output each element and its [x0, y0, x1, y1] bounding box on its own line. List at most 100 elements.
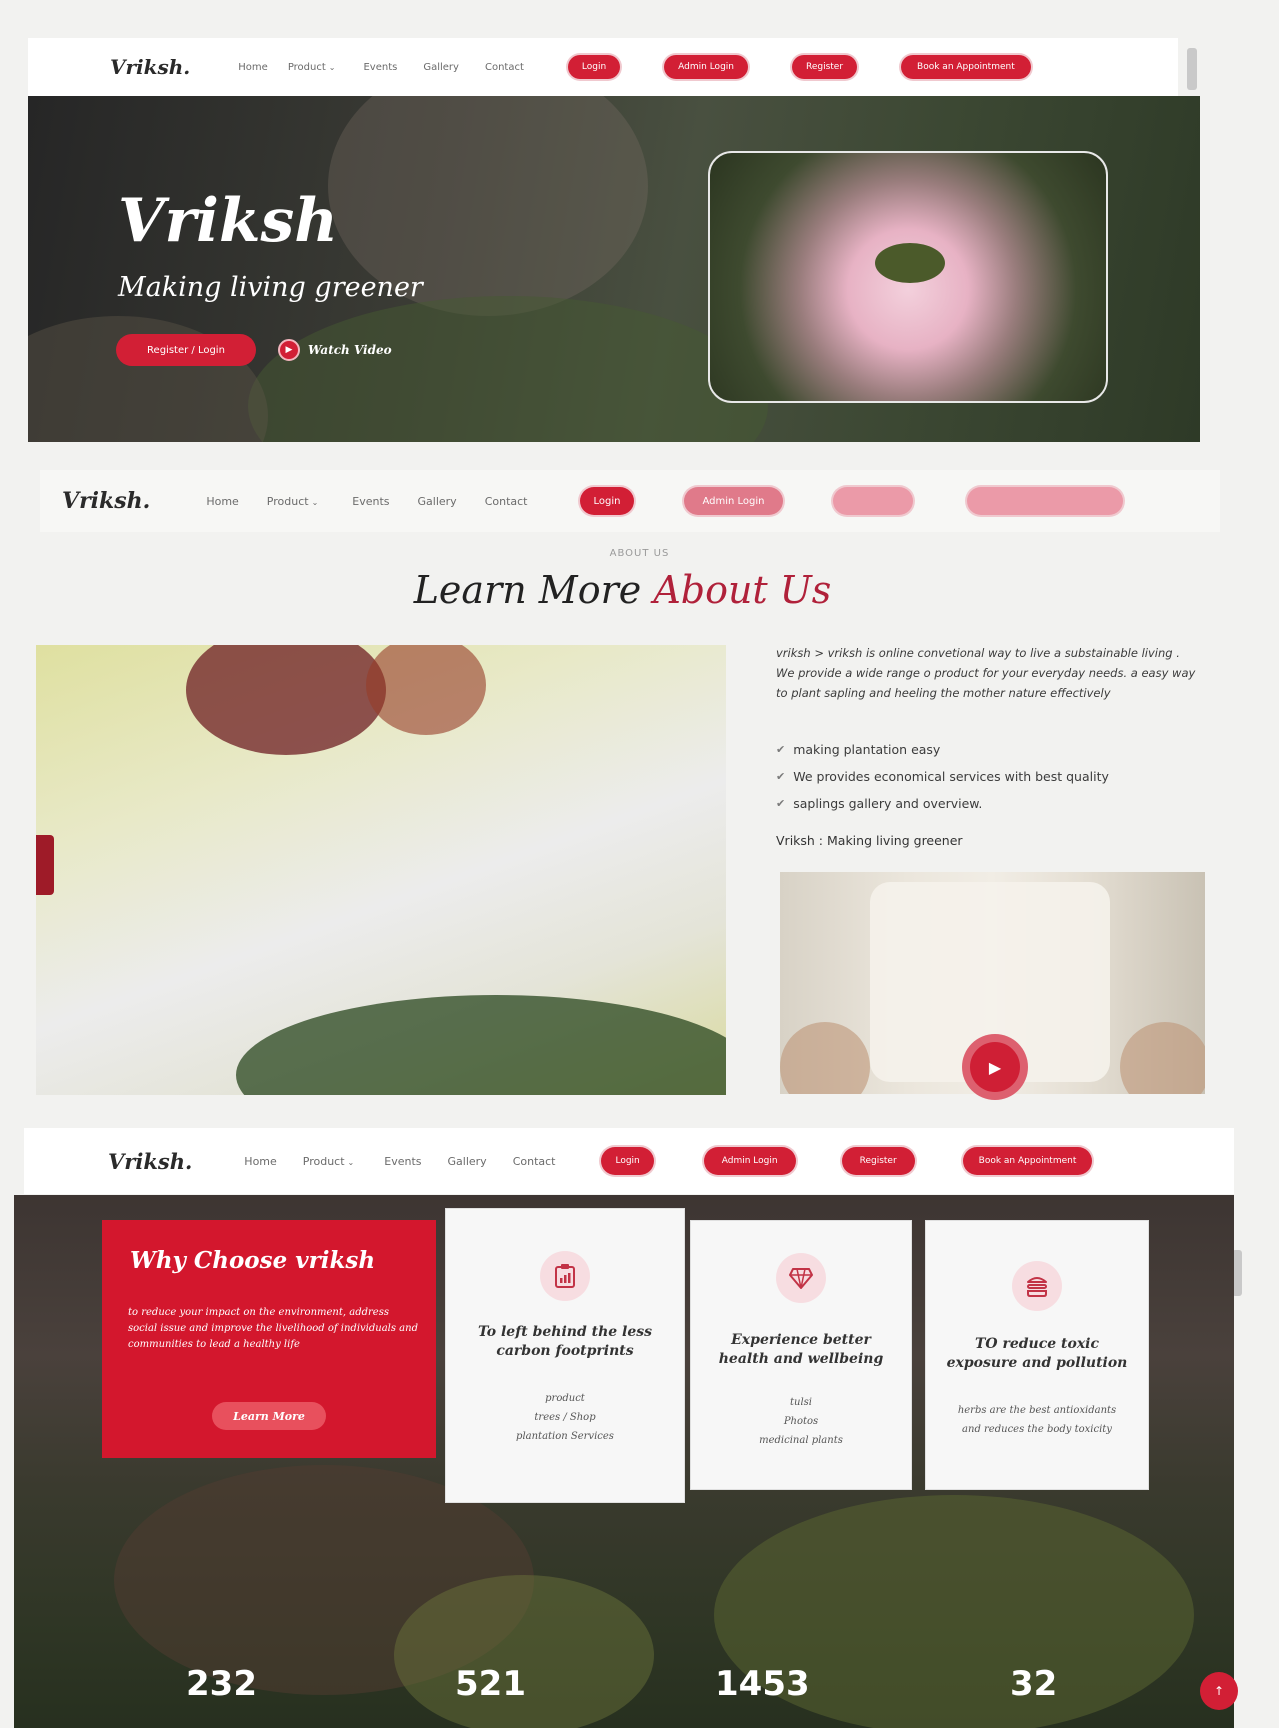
stat-value: 32: [1010, 1664, 1058, 1704]
list-item: ✔ We provides economical services with be…: [776, 763, 1109, 790]
image-shape: [366, 645, 486, 735]
list-item: ✔ saplings gallery and overview.: [776, 790, 1109, 817]
stat-value: 1453: [715, 1664, 810, 1704]
watch-video-link[interactable]: ▶ Watch Video: [278, 339, 392, 361]
nav-events[interactable]: Events: [384, 1155, 421, 1168]
why-description: to reduce your impact on the environment…: [128, 1307, 418, 1350]
section-title-accent: About Us: [653, 568, 832, 612]
admin-login-button[interactable]: Admin Login: [664, 55, 748, 79]
section-eyebrow: ABOUT US: [609, 548, 670, 559]
list-item: ✔ making plantation easy: [776, 736, 1109, 763]
check-icon: ✔: [776, 797, 786, 810]
about-description: vriksh > vriksh is online convetional wa…: [776, 646, 1196, 700]
navbar-top: Vriksh. Home Product ⌄ Events Gallery Con…: [28, 38, 1178, 96]
book-appointment-button[interactable]: Book an Appointment: [962, 1147, 1093, 1175]
login-button[interactable]: Login: [601, 1147, 654, 1175]
feature-line: product: [545, 1393, 585, 1404]
section-title: Learn More About Us: [0, 568, 1245, 612]
chevron-down-icon: ⌄: [347, 1157, 355, 1167]
play-icon: ▶: [988, 1057, 1002, 1077]
nav-home[interactable]: Home: [244, 1155, 276, 1168]
brand-logo[interactable]: Vriksh.: [108, 1149, 192, 1174]
image-shape: [236, 995, 726, 1095]
flower-center-shape: [875, 243, 945, 283]
list-item-label: making plantation easy: [793, 742, 941, 757]
nav-contact[interactable]: Contact: [513, 1155, 556, 1168]
feature-card: TO reduce toxic exposure and pollution h…: [925, 1220, 1149, 1490]
stat-value: 521: [455, 1664, 526, 1704]
nav-product-label: Product: [302, 1154, 345, 1168]
register-login-button[interactable]: Register / Login: [116, 334, 256, 366]
feature-card: Experience better health and wellbeing t…: [690, 1220, 912, 1490]
nav-gallery[interactable]: Gallery: [423, 62, 459, 73]
nav-contact[interactable]: Contact: [485, 495, 528, 508]
admin-login-button[interactable]: Admin Login: [703, 1147, 796, 1175]
stat-value: 232: [186, 1664, 257, 1704]
arrow-up-icon: ↑: [1213, 1684, 1225, 1698]
book-appointment-button[interactable]: Book an Appointment: [901, 55, 1031, 79]
list-item-label: We provides economical services with bes…: [793, 769, 1109, 784]
hero-flower-image: [708, 151, 1108, 403]
nav-product[interactable]: Product ⌄: [267, 495, 318, 508]
scrollbar[interactable]: [1187, 48, 1197, 90]
section-title-main: Learn More: [413, 568, 654, 612]
login-button[interactable]: Login: [579, 487, 635, 515]
chevron-down-icon: ⌄: [328, 62, 336, 72]
brand-logo[interactable]: Vriksh.: [62, 488, 150, 514]
feature-card: To left behind the less carbon footprint…: [445, 1208, 685, 1503]
feature-title: TO reduce toxic exposure and pollution: [946, 1336, 1128, 1371]
gem-icon: [776, 1253, 826, 1303]
layers-icon: [1012, 1261, 1062, 1311]
register-button[interactable]: Register: [791, 55, 858, 79]
about-tagline: Vriksh : Making living greener: [776, 833, 963, 848]
navbar-why: Vriksh. Home Product ⌄ Events Gallery Con…: [24, 1128, 1234, 1194]
feature-title: To left behind the less carbon footprint…: [477, 1324, 653, 1359]
book-appointment-button[interactable]: [966, 487, 1123, 515]
nav-home[interactable]: Home: [238, 62, 268, 73]
about-main-image: [36, 645, 726, 1095]
register-button[interactable]: [832, 487, 913, 515]
feature-line: tulsi: [790, 1397, 812, 1408]
nav-events[interactable]: Events: [363, 62, 397, 73]
nav-gallery[interactable]: Gallery: [448, 1155, 487, 1168]
feature-checklist: ✔ making plantation easy ✔ We provides eco…: [776, 736, 1109, 817]
feature-line: medicinal plants: [759, 1435, 843, 1446]
nav-contact[interactable]: Contact: [485, 62, 524, 73]
feature-line: and reduces the body toxicity: [962, 1424, 1112, 1435]
play-icon: ▶: [278, 339, 300, 361]
login-button[interactable]: Login: [567, 55, 621, 79]
why-title: Why Choose vriksh: [130, 1247, 376, 1274]
feature-line: plantation Services: [516, 1431, 614, 1442]
check-icon: ✔: [776, 770, 786, 783]
nav-product-label: Product: [266, 494, 309, 508]
nav-product[interactable]: Product ⌄: [303, 1155, 354, 1168]
list-item-label: saplings gallery and overview.: [793, 796, 983, 811]
feature-line: Photos: [783, 1416, 819, 1427]
clipboard-chart-icon: [540, 1251, 590, 1301]
image-shape: [36, 835, 54, 895]
hero-bg-shape: [248, 296, 768, 442]
feature-title: Experience better health and wellbeing: [718, 1332, 884, 1367]
brand-logo[interactable]: Vriksh.: [110, 55, 190, 79]
nav-product[interactable]: Product ⌄: [288, 62, 336, 73]
scroll-to-top-button[interactable]: ↑: [1200, 1672, 1238, 1710]
bg-shape: [394, 1575, 654, 1728]
image-shape: [780, 1022, 870, 1094]
admin-login-button[interactable]: Admin Login: [684, 487, 783, 515]
feature-line: herbs are the best antioxidants: [957, 1405, 1117, 1416]
learn-more-button[interactable]: Learn More: [212, 1402, 326, 1430]
nav-home[interactable]: Home: [206, 495, 238, 508]
hero-banner: Vriksh Making living greener Register / …: [28, 96, 1200, 442]
image-shape: [1120, 1022, 1205, 1094]
nav-gallery[interactable]: Gallery: [418, 495, 457, 508]
watch-video-label: Watch Video: [308, 343, 392, 357]
feature-line: trees / Shop: [534, 1412, 596, 1423]
chevron-down-icon: ⌄: [311, 497, 319, 507]
nav-events[interactable]: Events: [352, 495, 389, 508]
nav-product-label: Product: [287, 61, 326, 73]
register-button[interactable]: Register: [841, 1147, 915, 1175]
play-video-button[interactable]: ▶: [962, 1034, 1028, 1100]
check-icon: ✔: [776, 743, 786, 756]
hero-subtitle: Making living greener: [118, 272, 423, 303]
image-shape: [186, 645, 386, 755]
